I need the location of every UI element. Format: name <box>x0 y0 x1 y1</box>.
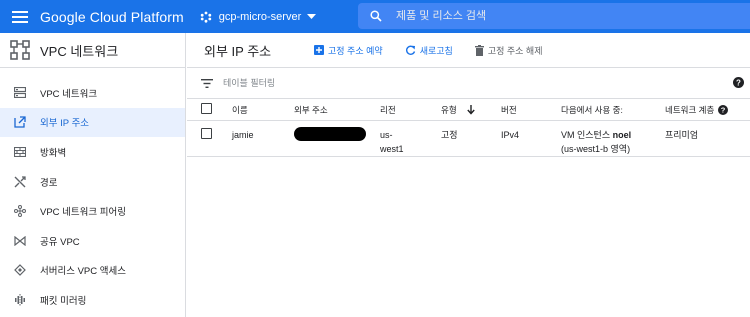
vpc-network-icon <box>0 87 40 99</box>
page-title: 외부 IP 주소 <box>204 43 272 59</box>
sidebar: VPC 네트워크 VPC 네트워크 외부 IP 주소 방화벽 경로 VPC 네트… <box>0 33 186 317</box>
filter-icon <box>201 78 213 88</box>
svg-text:?: ? <box>721 106 726 115</box>
cell-used-by: VM 인스턴스 noel (us-west1-b 영역) <box>561 121 665 157</box>
sidebar-item-serverless-vpc[interactable]: 서버리스 VPC 액세스 <box>0 256 185 286</box>
sidebar-item-label: 패킷 미러링 <box>40 295 87 307</box>
used-by-zone: (us-west1-b 영역) <box>561 144 631 154</box>
release-label: 고정 주소 해제 <box>487 45 543 56</box>
cell-type: 고정 <box>441 130 458 140</box>
reserve-static-address-button[interactable]: 고정 주소 예약 <box>314 44 383 57</box>
cell-name: jamie <box>232 130 254 140</box>
row-checkbox[interactable] <box>201 128 212 139</box>
serverless-icon <box>0 264 40 277</box>
page-toolbar: 외부 IP 주소 고정 주소 예약 새로고침 고정 주소 해제 <box>187 33 750 68</box>
sidebar-header: VPC 네트워크 <box>0 33 185 68</box>
shared-vpc-icon <box>0 235 40 246</box>
cell-address <box>294 121 380 157</box>
table-row[interactable]: jamie us-west1 고정 IPv4 VM 인스턴스 noel (us-w… <box>187 121 750 157</box>
column-header-tier-label: 네트워크 계층 <box>665 104 715 115</box>
sidebar-item-label: VPC 네트워크 <box>40 88 98 100</box>
column-header-type[interactable]: 유형 <box>441 99 501 121</box>
svg-text:?: ? <box>736 78 741 87</box>
used-by-instance-link[interactable]: noel <box>613 130 632 140</box>
filter-bar: ? <box>187 68 750 98</box>
sidebar-item-label: 경로 <box>40 177 58 189</box>
sidebar-item-vpc-networks[interactable]: VPC 네트워크 <box>0 78 185 108</box>
reserve-label: 고정 주소 예약 <box>328 45 383 56</box>
refresh-label: 새로고침 <box>419 45 453 56</box>
peering-icon <box>0 205 40 218</box>
region-line: west1 <box>380 144 404 154</box>
column-header-type-label: 유형 <box>441 104 457 115</box>
main-content: 외부 IP 주소 고정 주소 예약 새로고침 고정 주소 해제 ? <box>187 33 750 317</box>
column-header-address[interactable]: 외부 주소 <box>294 99 380 121</box>
region-line: us- <box>380 130 393 140</box>
column-header-version[interactable]: 버전 <box>501 99 561 121</box>
sidebar-item-label: VPC 네트워크 피어링 <box>40 207 126 219</box>
sidebar-item-packet-mirroring[interactable]: 패킷 미러링 <box>0 285 185 315</box>
external-ip-icon <box>0 116 40 129</box>
firewall-icon <box>0 146 40 157</box>
project-name: gcp-micro-server <box>218 10 302 23</box>
search-box[interactable] <box>358 3 750 29</box>
select-all-checkbox[interactable] <box>201 103 212 114</box>
refresh-icon <box>405 45 416 56</box>
column-header-name[interactable]: 이름 <box>232 99 294 121</box>
trash-icon <box>474 44 484 56</box>
sidebar-item-routes[interactable]: 경로 <box>0 167 185 197</box>
project-selector[interactable]: gcp-micro-server <box>200 11 317 23</box>
redacted-address <box>294 127 366 141</box>
search-icon <box>370 10 382 22</box>
vpc-product-icon <box>0 40 40 60</box>
top-app-bar: Google Cloud Platform gcp-micro-server <box>0 0 750 33</box>
release-static-address-button[interactable]: 고정 주소 해제 <box>474 44 543 57</box>
row-select-cell <box>187 121 232 157</box>
routes-icon <box>0 175 40 188</box>
column-header-tier[interactable]: 네트워크 계층? <box>665 99 750 121</box>
external-ip-table: 이름 외부 주소 리전 유형 버전 다음에서 사용 중: 네트워크 계층? ja… <box>187 98 750 157</box>
cell-version: IPv4 <box>501 130 520 140</box>
sidebar-item-label: 방화벽 <box>40 147 67 159</box>
refresh-button[interactable]: 새로고침 <box>405 44 453 57</box>
sidebar-title: VPC 네트워크 <box>40 43 119 59</box>
column-header-used-by[interactable]: 다음에서 사용 중: <box>561 99 665 121</box>
used-by-prefix: VM 인스턴스 <box>561 130 613 140</box>
dropdown-arrow-icon <box>307 14 317 19</box>
help-icon[interactable]: ? <box>718 105 729 116</box>
cell-region: us-west1 <box>380 121 441 157</box>
column-header-region[interactable]: 리전 <box>380 99 441 121</box>
help-icon[interactable]: ? <box>733 77 744 88</box>
sidebar-item-label: 외부 IP 주소 <box>40 118 90 130</box>
table-header-row: 이름 외부 주소 리전 유형 버전 다음에서 사용 중: 네트워크 계층? <box>187 98 750 121</box>
sidebar-item-label: 서버리스 VPC 액세스 <box>40 266 126 278</box>
app-title[interactable]: Google Cloud Platform <box>40 9 184 25</box>
search-input[interactable] <box>396 10 696 22</box>
menu-icon[interactable] <box>0 0 40 33</box>
sidebar-item-label: 공유 VPC <box>40 236 80 248</box>
sidebar-item-firewall[interactable]: 방화벽 <box>0 137 185 167</box>
add-box-icon <box>314 45 324 55</box>
sidebar-item-shared-vpc[interactable]: 공유 VPC <box>0 226 185 256</box>
sidebar-item-peering[interactable]: VPC 네트워크 피어링 <box>0 196 185 226</box>
select-all-cell <box>187 99 232 121</box>
project-hexagon-icon <box>200 11 212 23</box>
table-filter-input[interactable] <box>223 78 523 88</box>
cell-tier: 프리미엄 <box>665 130 699 140</box>
sort-arrow-down-icon <box>466 105 475 115</box>
sidebar-item-external-ip[interactable]: 외부 IP 주소 <box>0 107 185 138</box>
packet-mirroring-icon <box>0 293 40 306</box>
